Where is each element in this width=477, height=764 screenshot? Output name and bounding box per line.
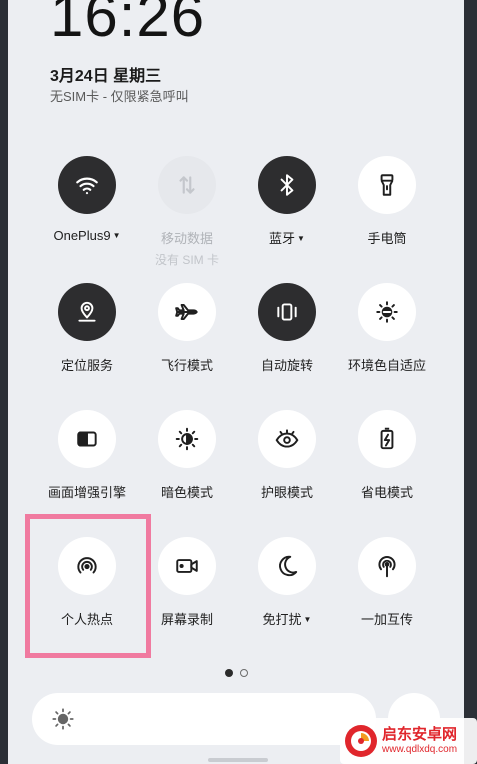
page-dot[interactable] bbox=[240, 669, 248, 677]
watermark-title: 启东安卓网 bbox=[382, 726, 458, 744]
brightness-slider[interactable] bbox=[32, 693, 376, 745]
tile-label: 个人热点 bbox=[60, 612, 113, 627]
tile-label: 自动旋转 bbox=[260, 358, 313, 373]
mobile-data-icon bbox=[158, 156, 216, 214]
tile-label: 免打扰 ▼ bbox=[262, 612, 312, 627]
tile-flashlight[interactable]: 手电筒 bbox=[337, 156, 437, 276]
dark-mode-icon bbox=[158, 410, 216, 468]
screen-record-icon bbox=[158, 537, 216, 595]
clock: 16:26 bbox=[50, 0, 206, 49]
tile-display-engine[interactable]: 画面增强引擎 bbox=[37, 410, 137, 530]
tile-label: 定位服务 bbox=[60, 358, 113, 373]
oneplus-share-icon bbox=[358, 537, 416, 595]
watermark-url: www.qdlxdq.com bbox=[382, 743, 458, 755]
tile-ambient-display[interactable]: 环境色自适应 bbox=[337, 283, 437, 403]
tile-location[interactable]: 定位服务 bbox=[37, 283, 137, 403]
hotspot-icon bbox=[58, 537, 116, 595]
display-engine-icon bbox=[58, 410, 116, 468]
tile-label: 屏幕录制 bbox=[160, 612, 213, 627]
tile-label: 环境色自适应 bbox=[347, 358, 426, 373]
ambient-display-icon bbox=[358, 283, 416, 341]
watermark-logo-icon bbox=[345, 725, 377, 757]
tile-auto-rotate[interactable]: 自动旋转 bbox=[237, 283, 337, 403]
tile-eye-comfort[interactable]: 护眼模式 bbox=[237, 410, 337, 530]
airplane-icon bbox=[158, 283, 216, 341]
tile-sublabel: 没有 SIM 卡 bbox=[154, 253, 219, 267]
tile-label: 飞行模式 bbox=[160, 358, 213, 373]
battery-saver-icon bbox=[358, 410, 416, 468]
sim-status: 无SIM卡 - 仅限紧急呼叫 bbox=[50, 89, 189, 104]
tile-airplane[interactable]: 飞行模式 bbox=[137, 283, 237, 403]
watermark: 启东安卓网 www.qdlxdq.com bbox=[340, 718, 477, 764]
do-not-disturb-icon bbox=[258, 537, 316, 595]
drag-handle[interactable] bbox=[208, 758, 268, 762]
tile-oneplus-share[interactable]: 一加互传 bbox=[337, 537, 437, 657]
tile-label: 省电模式 bbox=[360, 485, 413, 500]
bluetooth-icon bbox=[258, 156, 316, 214]
location-icon bbox=[58, 283, 116, 341]
sun-icon bbox=[52, 708, 74, 730]
date-label: 3月24日 星期三 bbox=[50, 68, 162, 85]
tile-dark-mode[interactable]: 暗色模式 bbox=[137, 410, 237, 530]
quick-settings-panel: 16:26 3月24日 星期三 无SIM卡 - 仅限紧急呼叫 OnePlus9 ▼… bbox=[8, 0, 464, 764]
tile-battery-saver[interactable]: 省电模式 bbox=[337, 410, 437, 530]
tile-mobile-data[interactable]: 移动数据 没有 SIM 卡 bbox=[137, 156, 237, 276]
tile-label: 移动数据 bbox=[160, 231, 213, 246]
auto-rotate-icon bbox=[258, 283, 316, 341]
page-dot-active[interactable] bbox=[225, 669, 233, 677]
tile-label: 蓝牙 ▼ bbox=[269, 231, 305, 246]
page-indicator bbox=[225, 669, 248, 677]
tile-bluetooth[interactable]: 蓝牙 ▼ bbox=[237, 156, 337, 276]
tile-label: 护眼模式 bbox=[260, 485, 313, 500]
tile-label: 一加互传 bbox=[360, 612, 413, 627]
flashlight-icon bbox=[358, 156, 416, 214]
tile-label: OnePlus9 ▼ bbox=[53, 228, 121, 243]
tile-screen-record[interactable]: 屏幕录制 bbox=[137, 537, 237, 657]
tile-label: 画面增强引擎 bbox=[47, 485, 126, 500]
tile-label: 暗色模式 bbox=[160, 485, 213, 500]
wifi-icon bbox=[58, 156, 116, 214]
tile-do-not-disturb[interactable]: 免打扰 ▼ bbox=[237, 537, 337, 657]
tile-label: 手电筒 bbox=[367, 231, 407, 246]
eye-comfort-icon bbox=[258, 410, 316, 468]
tile-wifi[interactable]: OnePlus9 ▼ bbox=[37, 156, 137, 276]
tile-hotspot[interactable]: 个人热点 bbox=[37, 537, 137, 657]
